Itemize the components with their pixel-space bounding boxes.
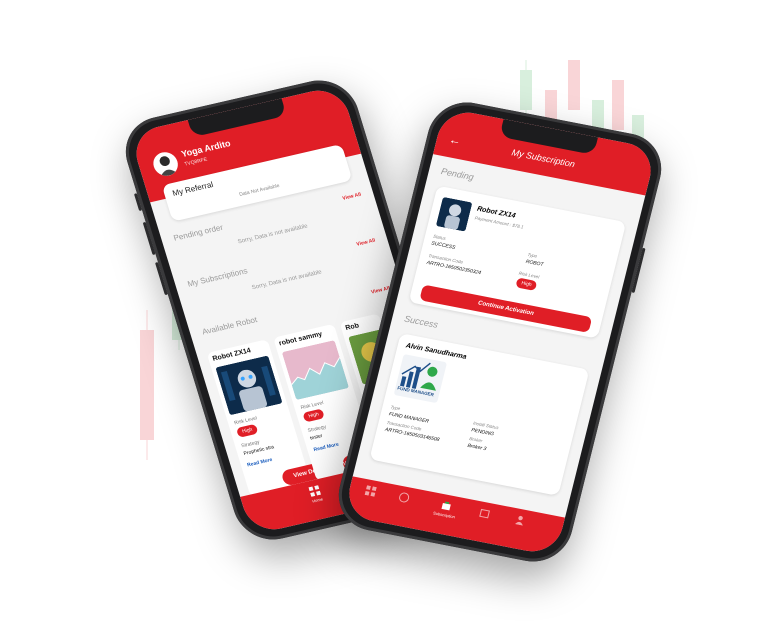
available-robot-title: Available Robot: [201, 315, 259, 337]
continue-activation-button[interactable]: Continue Activation: [419, 284, 593, 333]
pending-subscription-card[interactable]: Robot ZX14 Payment Amount : $78.1 Status…: [408, 185, 627, 339]
home-icon: [364, 485, 377, 497]
strategy-value: tester: [309, 433, 324, 442]
home-icon: [308, 485, 322, 497]
status-label: Status: [432, 233, 447, 241]
nav-subscription-label: Subscription: [432, 510, 456, 520]
nav-subscription[interactable]: Subscription: [424, 497, 467, 521]
nav-home-label: Home: [311, 496, 324, 504]
pending-order-title: Pending order: [172, 222, 225, 243]
strategy-label: Strategy: [307, 424, 328, 434]
broker-value: Broker 3: [466, 442, 487, 453]
nav-calendar[interactable]: [468, 505, 500, 522]
type-label: Type: [526, 252, 538, 259]
nav-globe[interactable]: [388, 490, 420, 507]
success-section-title: Success: [403, 313, 440, 330]
subscription-icon: [441, 501, 451, 511]
subscriptions-view-all-link[interactable]: View All: [356, 238, 376, 248]
robot-name: Rob: [344, 322, 360, 333]
risk-badge: High: [302, 408, 326, 423]
read-more-link[interactable]: Read More: [313, 442, 340, 454]
pending-section-title: Pending: [439, 166, 475, 183]
robot-image: [435, 196, 473, 232]
type-label: Type: [390, 404, 401, 412]
robot-image: [215, 355, 283, 416]
globe-icon: [399, 492, 410, 503]
pending-view-all-link[interactable]: View All: [342, 192, 362, 202]
nav-home[interactable]: Home: [299, 483, 333, 506]
fund-manager-image: FUND MANAGER: [393, 353, 448, 404]
risk-badge: High: [235, 423, 259, 438]
calendar-icon: [479, 508, 490, 519]
avatar[interactable]: [150, 149, 181, 179]
nav-home[interactable]: [354, 483, 386, 500]
broker-label: Broker: [468, 436, 483, 444]
nav-profile[interactable]: [504, 512, 536, 529]
status-value: SUCCESS: [430, 240, 456, 251]
user-code: TVQ8RFE: [183, 156, 209, 168]
success-subscription-card[interactable]: Alvin Sanudharma FUND MANAGER Type FUND …: [369, 333, 590, 496]
read-more-link[interactable]: Read More: [246, 457, 273, 469]
robot-image: [281, 340, 350, 401]
type-value: ROBOT: [525, 258, 544, 269]
user-icon: [514, 515, 523, 526]
risk-badge: High: [515, 277, 538, 292]
referral-title: My Referral: [171, 179, 215, 198]
payment-amount: Payment Amount : $78.1: [474, 215, 525, 230]
